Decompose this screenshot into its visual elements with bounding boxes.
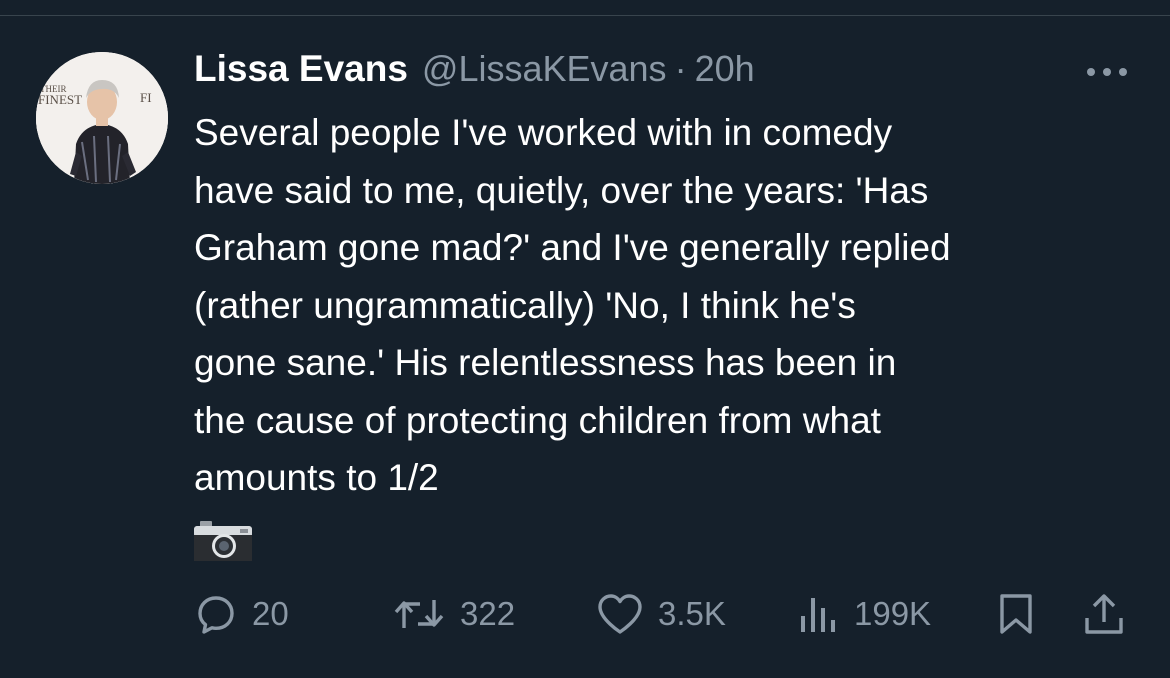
avatar-image: THEIR FINEST FI <box>36 52 168 184</box>
author-handle[interactable]: @LissaKEvans <box>422 48 667 90</box>
tweet-header: Lissa Evans @LissaKEvans · 20h <box>194 48 755 94</box>
reply-icon <box>198 596 234 634</box>
camera-icon <box>194 521 252 561</box>
share-icon <box>1085 594 1123 634</box>
like-count: 3.5K <box>658 595 726 632</box>
reply-button[interactable]: 20 <box>194 590 289 638</box>
views-button[interactable]: 199K <box>798 590 931 638</box>
timestamp[interactable]: 20h <box>695 48 755 90</box>
top-divider <box>0 15 1170 16</box>
svg-text:FI: FI <box>140 90 152 105</box>
bookmark-button[interactable] <box>996 590 1036 638</box>
views-count: 199K <box>854 595 932 632</box>
retweet-icon <box>394 600 444 628</box>
tweet-actions: 20 322 3.5K 199K <box>0 590 1170 638</box>
like-button[interactable]: 3.5K <box>596 590 726 638</box>
author-name[interactable]: Lissa Evans <box>194 48 408 90</box>
separator-dot: · <box>674 48 687 89</box>
analytics-icon <box>801 598 835 632</box>
bookmark-icon <box>1000 594 1032 634</box>
more-icon <box>1087 68 1127 76</box>
more-options-button[interactable] <box>1084 62 1130 82</box>
tweet-text: Several people I've worked with in comed… <box>194 112 951 498</box>
avatar[interactable]: THEIR FINEST FI <box>36 52 168 184</box>
retweet-button[interactable]: 322 <box>392 590 515 638</box>
share-button[interactable] <box>1082 590 1126 638</box>
heart-icon <box>598 594 642 634</box>
reply-count: 20 <box>252 595 289 632</box>
retweet-count: 322 <box>460 595 516 632</box>
svg-text:FINEST: FINEST <box>38 92 82 107</box>
